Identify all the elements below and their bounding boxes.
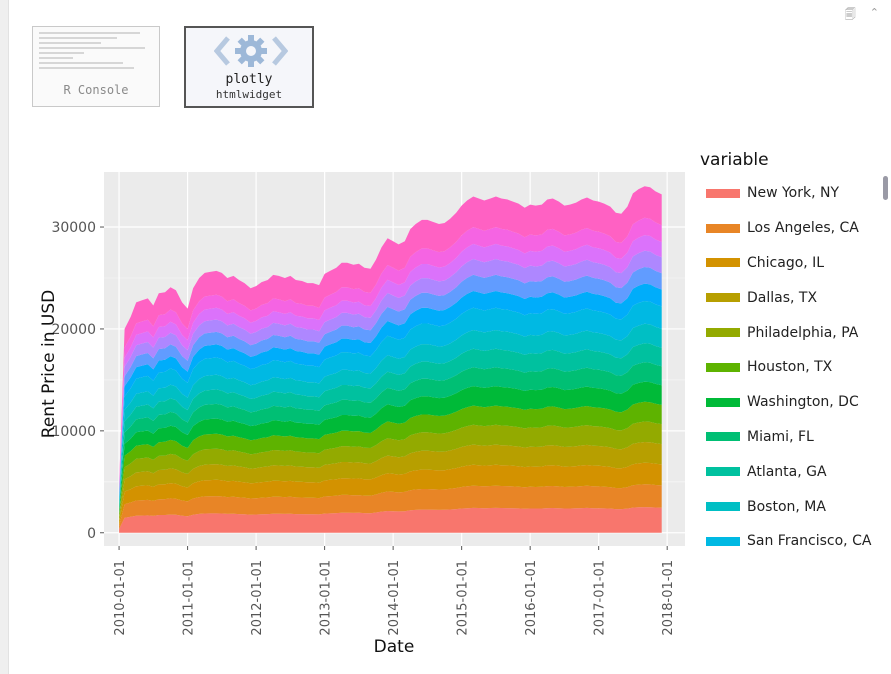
legend-label: Chicago, IL [747,254,825,271]
legend-item[interactable]: Miami, FL [700,420,880,455]
x-tick-label: 2017-01-01 [593,560,608,636]
x-tick-label: 2010-01-01 [113,560,128,636]
legend-item[interactable]: Houston, TX [700,350,880,385]
legend-color-key [706,362,740,372]
legend-title: variable [700,150,769,170]
x-tick-label: 2016-01-01 [524,560,539,636]
legend-color-key [706,397,740,407]
x-tick-label: 2014-01-01 [387,560,402,636]
legend-color-key [706,293,740,303]
legend-item[interactable]: Washington, DC [700,385,880,420]
legend-item[interactable]: Philadelphia, PA [700,315,880,350]
legend-color-key [706,188,740,198]
legend-item[interactable]: Atlanta, GA [700,454,880,489]
x-tick-label: 2015-01-01 [456,560,471,636]
x-tick-label: 2013-01-01 [319,560,334,636]
x-tick-label: 2012-01-01 [250,560,265,636]
legend-label: Boston, MA [747,498,826,515]
legend-color-key [706,467,740,477]
legend-label: Atlanta, GA [747,463,827,480]
legend-label: Washington, DC [747,394,859,411]
legend-color-key [706,536,740,546]
y-tick-label: 30000 [51,220,96,236]
legend-item[interactable]: New York, NY [700,176,880,211]
legend-label: New York, NY [747,185,840,202]
legend-color-key [706,328,740,338]
y-axis-title: Rent Price in USD [39,290,59,438]
legend-color-key [706,258,740,268]
legend-color-key [706,432,740,442]
legend-label: Philadelphia, PA [747,324,859,341]
legend-item[interactable]: Boston, MA [700,489,880,524]
x-tick-label: 2011-01-01 [182,560,197,636]
legend-label: Dallas, TX [747,289,818,306]
legend-item[interactable]: Dallas, TX [700,280,880,315]
legend-label: Miami, FL [747,428,814,445]
y-tick-label: 0 [87,526,96,542]
legend-item[interactable]: San Francisco, CA [700,524,880,559]
legend-scrollbar[interactable] [883,176,888,200]
legend-label: San Francisco, CA [747,533,872,550]
x-tick-label: 2018-01-01 [661,560,676,636]
legend-item[interactable]: Chicago, IL [700,246,880,281]
legend-item[interactable]: Los Angeles, CA [700,211,880,246]
x-axis-title: Date [374,637,415,657]
legend-color-key [706,502,740,512]
legend-label: Houston, TX [747,359,833,376]
legend[interactable]: New York, NY Los Angeles, CA Chicago, IL Da… [700,176,880,559]
x-axis-ticks: 2010-01-01 2011-01-01 2012-01-01 2013-01-01… [113,546,676,636]
legend-color-key [706,223,740,233]
legend-label: Los Angeles, CA [747,220,859,237]
y-axis-ticks: 0100002000030000 [51,220,104,542]
